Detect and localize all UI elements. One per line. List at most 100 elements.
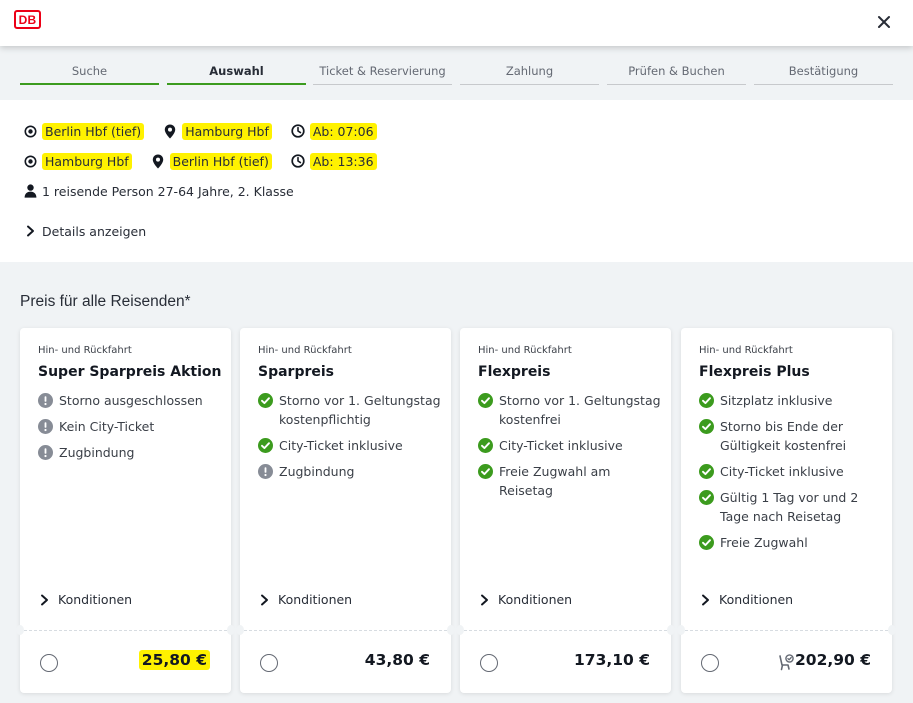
fare-radio[interactable]	[480, 654, 498, 672]
fare-kicker: Hin- und Rückfahrt	[258, 345, 352, 356]
feature-item: Kein City-Ticket	[38, 417, 228, 436]
feature-text: Sitzplatz inklusive	[720, 393, 833, 408]
chevron-right-icon	[22, 223, 38, 239]
feature-text: City-Ticket inklusive	[720, 464, 844, 479]
feature-text: City-Ticket inklusive	[279, 438, 403, 453]
check-icon	[258, 438, 273, 453]
warning-icon	[38, 419, 53, 434]
conditions-link[interactable]: Konditionen	[260, 592, 352, 607]
details-toggle[interactable]: Details anzeigen	[22, 220, 146, 242]
destination-pin-icon	[162, 123, 178, 139]
conditions-link[interactable]: Konditionen	[701, 592, 793, 607]
feature-text: Storno vor 1. Geltungstag kostenpflichti…	[279, 393, 441, 427]
feature-item: City-Ticket inklusive	[258, 436, 448, 455]
chevron-right-icon	[701, 594, 710, 606]
conditions-link[interactable]: Konditionen	[40, 592, 132, 607]
feature-item: Freie Zugwahl	[699, 533, 889, 552]
step-zahlung: Zahlung	[460, 65, 599, 85]
origin-icon	[22, 123, 38, 139]
fare-radio[interactable]	[701, 654, 719, 672]
journey-summary: Berlin Hbf (tief) Hamburg Hbf Ab: 07:06 …	[0, 100, 913, 262]
fare-features: Sitzplatz inklusive Storno bis Ende der …	[699, 391, 889, 559]
progress-stepper: Suche Auswahl Ticket & Reservierung Zahl…	[0, 46, 913, 100]
fare-price: 25,80 €	[138, 650, 210, 670]
conditions-label: Konditionen	[498, 592, 573, 607]
feature-item: Storno vor 1. Geltungstag kostenfrei	[478, 391, 668, 429]
card-divider	[685, 630, 888, 631]
check-icon	[699, 393, 714, 408]
card-divider	[464, 630, 667, 631]
step-label: Suche	[71, 64, 108, 78]
seat-reservation-icon	[778, 654, 794, 675]
check-icon	[699, 464, 714, 479]
clock-icon	[290, 153, 306, 169]
fare-name: Flexpreis Plus	[699, 364, 810, 380]
destination-pin-icon	[150, 153, 166, 169]
warning-icon	[38, 393, 53, 408]
chevron-right-icon	[260, 594, 269, 606]
fare-card-flexpreis-plus[interactable]: Hin- und Rückfahrt Flexpreis Plus Sitzpl…	[677, 328, 896, 693]
step-suche[interactable]: Suche	[20, 65, 159, 85]
chevron-right-icon	[40, 594, 49, 606]
fare-radio[interactable]	[260, 654, 278, 672]
card-divider	[24, 630, 227, 631]
feature-item: City-Ticket inklusive	[699, 462, 889, 481]
feature-item: Storno bis Ende der Gültigkeit kostenfre…	[699, 417, 889, 455]
warning-icon	[258, 464, 273, 479]
feature-text: Zugbindung	[279, 464, 355, 479]
fare-kicker: Hin- und Rückfahrt	[699, 345, 793, 356]
feature-text: Zugbindung	[59, 445, 135, 460]
outbound-from: Berlin Hbf (tief)	[42, 122, 145, 140]
conditions-label: Konditionen	[719, 592, 794, 607]
conditions-label: Konditionen	[58, 592, 133, 607]
return-from: Hamburg Hbf	[42, 152, 132, 170]
feature-item: Gültig 1 Tag vor und 2 Tage nach Reiseta…	[699, 488, 889, 526]
feature-text: City-Ticket inklusive	[499, 438, 623, 453]
step-label: Bestätigung	[788, 64, 859, 78]
db-logo[interactable]: DB	[14, 10, 41, 29]
check-icon	[258, 393, 273, 408]
feature-text: Gültig 1 Tag vor und 2 Tage nach Reiseta…	[720, 490, 859, 524]
card-divider	[244, 630, 447, 631]
clock-icon	[290, 123, 306, 139]
feature-text: Kein City-Ticket	[59, 419, 155, 434]
step-label: Auswahl	[209, 64, 264, 78]
feature-item: Zugbindung	[38, 443, 228, 462]
return-row: Hamburg Hbf Berlin Hbf (tief) Ab: 13:36	[22, 150, 377, 172]
fare-card-flexpreis[interactable]: Hin- und Rückfahrt Flexpreis Storno vor …	[456, 328, 675, 693]
outbound-to: Hamburg Hbf	[182, 122, 272, 140]
feature-item: Zugbindung	[258, 462, 448, 481]
feature-text: Storno vor 1. Geltungstag kostenfrei	[499, 393, 661, 427]
fare-features: Storno vor 1. Geltungstag kostenfrei Cit…	[478, 391, 668, 507]
close-icon	[878, 16, 890, 28]
fare-radio[interactable]	[40, 654, 58, 672]
feature-text: Freie Zugwahl am Reisetag	[499, 464, 611, 498]
fare-features: Storno ausgeschlossen Kein City-Ticket Z…	[38, 391, 228, 469]
fare-features: Storno vor 1. Geltungstag kostenpflichti…	[258, 391, 448, 488]
check-icon	[478, 438, 493, 453]
conditions-link[interactable]: Konditionen	[480, 592, 572, 607]
step-label: Prüfen & Buchen	[628, 64, 725, 78]
fare-card-super-sparpreis-aktion[interactable]: Hin- und Rückfahrt Super Sparpreis Aktio…	[16, 328, 235, 693]
return-to: Berlin Hbf (tief)	[169, 152, 272, 170]
outbound-departure: Ab: 07:06	[309, 122, 377, 140]
fare-card-sparpreis[interactable]: Hin- und Rückfahrt Sparpreis Storno vor …	[236, 328, 455, 693]
warning-icon	[38, 445, 53, 460]
close-button[interactable]	[873, 11, 895, 33]
top-bar: DB	[0, 0, 913, 46]
fare-kicker: Hin- und Rückfahrt	[478, 345, 572, 356]
traveler-info: 1 reisende Person 27-64 Jahre, 2. Klasse	[42, 183, 294, 199]
feature-item: Storno vor 1. Geltungstag kostenpflichti…	[258, 391, 448, 429]
fare-kicker: Hin- und Rückfahrt	[38, 345, 132, 356]
feature-text: Storno bis Ende der Gültigkeit kostenfre…	[720, 419, 847, 453]
fare-name: Super Sparpreis Aktion	[38, 364, 222, 380]
step-label: Zahlung	[505, 64, 554, 78]
fare-name: Sparpreis	[258, 364, 335, 380]
check-icon	[699, 419, 714, 434]
check-icon	[699, 535, 714, 550]
person-icon	[22, 183, 38, 199]
fare-price-value: 25,80 €	[138, 650, 210, 670]
feature-text: Freie Zugwahl	[720, 535, 808, 550]
fare-price: 173,10 €	[574, 651, 650, 669]
logo-text: DB	[18, 12, 37, 27]
